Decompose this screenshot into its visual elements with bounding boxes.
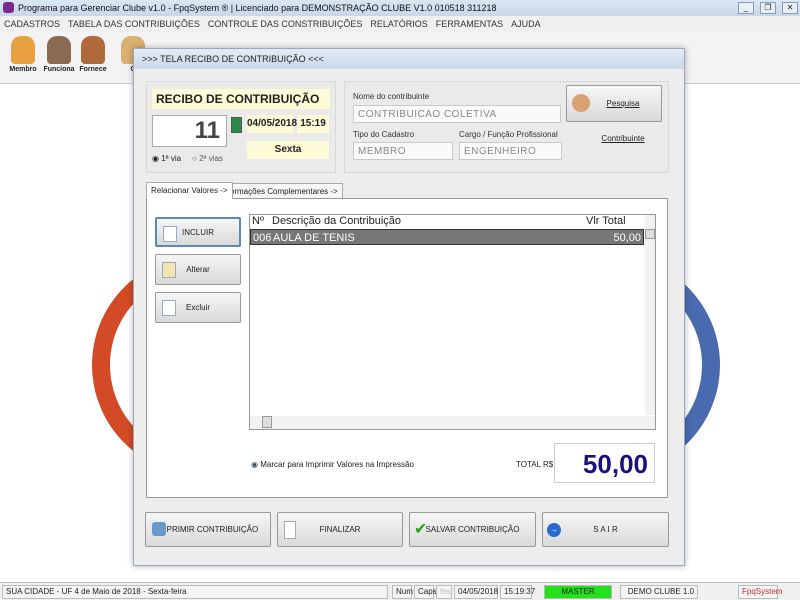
printer-icon [152, 522, 166, 536]
status-time: 15:19:37 [500, 585, 535, 599]
menu-relatorios[interactable]: RELATÓRIOS [370, 19, 427, 29]
menu-tabela[interactable]: TABELA DAS CONTRIBUIÇÕES [68, 19, 200, 29]
status-user: MASTER [544, 585, 612, 599]
tipo-field[interactable]: MEMBRO [353, 142, 453, 160]
restore-button[interactable]: ❐ [760, 2, 776, 14]
status-caps: Caps [414, 585, 437, 599]
nome-label: Nome do contribuinte [353, 92, 430, 101]
minimize-button[interactable]: _ [738, 2, 754, 14]
status-city-date: SUA CIDADE - UF 4 de Maio de 2018 - Sext… [2, 585, 388, 599]
finalizar-button[interactable]: FINALIZAR [277, 512, 403, 547]
cell-descricao: AULA DE TENIS [273, 232, 355, 244]
salvar-button[interactable]: ✔ SALVAR CONTRIBUIÇÃO [409, 512, 536, 547]
tab-relacionar-valores[interactable]: Relacionar Valores -> [146, 182, 233, 199]
people-icon [572, 94, 590, 112]
tab-informacoes-complementares[interactable]: Informações Complementares -> [216, 183, 343, 199]
tipo-label: Tipo do Cadastro [353, 130, 415, 139]
dialog-title: >>> TELA RECIBO DE CONTRIBUIÇÃO <<< [134, 49, 684, 69]
exit-arrow-icon: → [547, 523, 561, 537]
col-header-valor[interactable]: Vlr Total [586, 215, 626, 227]
table-row[interactable]: 006 AULA DE TENIS 50,00 [250, 229, 644, 245]
pesquisa-contribuinte-button[interactable]: Pesquisa Contribuinte [566, 85, 662, 143]
sair-button[interactable]: → S A I R [542, 512, 669, 547]
menu-cadastros[interactable]: CADASTROS [4, 19, 60, 29]
total-value: 50,00 [554, 443, 655, 483]
status-num: Num [392, 585, 413, 599]
horizontal-scrollbar[interactable] [250, 416, 655, 429]
supplier-icon [81, 36, 105, 64]
receipt-dialog: >>> TELA RECIBO DE CONTRIBUIÇÃO <<< RECI… [133, 48, 685, 566]
menu-ferramentas[interactable]: FERRAMENTAS [436, 19, 503, 29]
receipt-title: RECIBO DE CONTRIBUIÇÃO [152, 89, 330, 109]
checkmark-icon: ✔ [414, 521, 428, 538]
receipt-number: 11 [152, 115, 227, 147]
menu-bar: CADASTROS TABELA DAS CONTRIBUIÇÕES CONTROL… [0, 16, 800, 32]
col-header-numero[interactable]: Nº [252, 215, 264, 227]
imprimir-valores-radio[interactable]: ◉ Marcar para Imprimir Valores na Impres… [251, 460, 414, 469]
employees-icon [47, 36, 71, 64]
toolbar-fornece[interactable]: Fornece [76, 36, 110, 80]
incluir-button[interactable]: INCLUIR [155, 217, 241, 247]
document-check-icon [284, 521, 296, 539]
members-icon [11, 36, 35, 64]
app-icon [3, 2, 14, 13]
col-header-descricao[interactable]: Descrição da Contribuição [272, 215, 401, 227]
close-button[interactable]: ✕ [782, 2, 798, 14]
scroll-thumb[interactable] [645, 229, 655, 239]
cargo-field[interactable]: ENGENHEIRO [459, 142, 562, 160]
cell-valor: 50,00 [613, 232, 641, 244]
nome-field[interactable]: CONTRIBUICAO COLETIVA [353, 105, 561, 123]
status-db: DEMO CLUBE 1.0 [620, 585, 698, 599]
status-ins: Ins [436, 585, 452, 599]
imprimir-button[interactable]: IMPRIMIR CONTRIBUIÇÃO [145, 512, 271, 547]
menu-controle[interactable]: CONTROLE DAS CONSTRIBUIÇÕES [208, 19, 363, 29]
receipt-weekday: Sexta [247, 141, 329, 159]
cargo-label: Cargo / Função Profissional [459, 130, 558, 139]
toolbar-funciona[interactable]: Funciona [42, 36, 76, 80]
hscroll-thumb[interactable] [262, 416, 272, 428]
window-title: Programa para Gerenciar Clube v1.0 - Fpq… [18, 3, 497, 13]
menu-ajuda[interactable]: AJUDA [511, 19, 541, 29]
alterar-button[interactable]: Alterar [155, 254, 241, 285]
toolbar-membro[interactable]: Membro [6, 36, 40, 80]
edit-icon [162, 262, 176, 278]
title-bar: Programa para Gerenciar Clube v1.0 - Fpq… [0, 0, 800, 16]
receipt-date: 04/05/2018 [247, 115, 297, 133]
contributions-grid: Nº Descrição da Contribuição Vlr Total 0… [249, 214, 656, 430]
status-bar: SUA CIDADE - UF 4 de Maio de 2018 - Sext… [0, 582, 800, 600]
status-date: 04/05/2018 [454, 585, 498, 599]
excluir-button[interactable]: Excluir [155, 292, 241, 323]
add-icon [163, 226, 177, 242]
delete-icon [162, 300, 176, 316]
calculator-icon[interactable] [231, 117, 242, 133]
receipt-time: 15:19 [297, 115, 329, 133]
cell-numero: 006 [253, 232, 272, 244]
total-label: TOTAL R$ [516, 460, 554, 469]
status-brand: FpqSystem [738, 585, 782, 599]
radio-2-vias[interactable]: ○ 2ª vias [192, 154, 223, 163]
radio-1-via[interactable]: ◉ 1ª via [152, 154, 181, 163]
vertical-scrollbar[interactable] [645, 215, 655, 415]
